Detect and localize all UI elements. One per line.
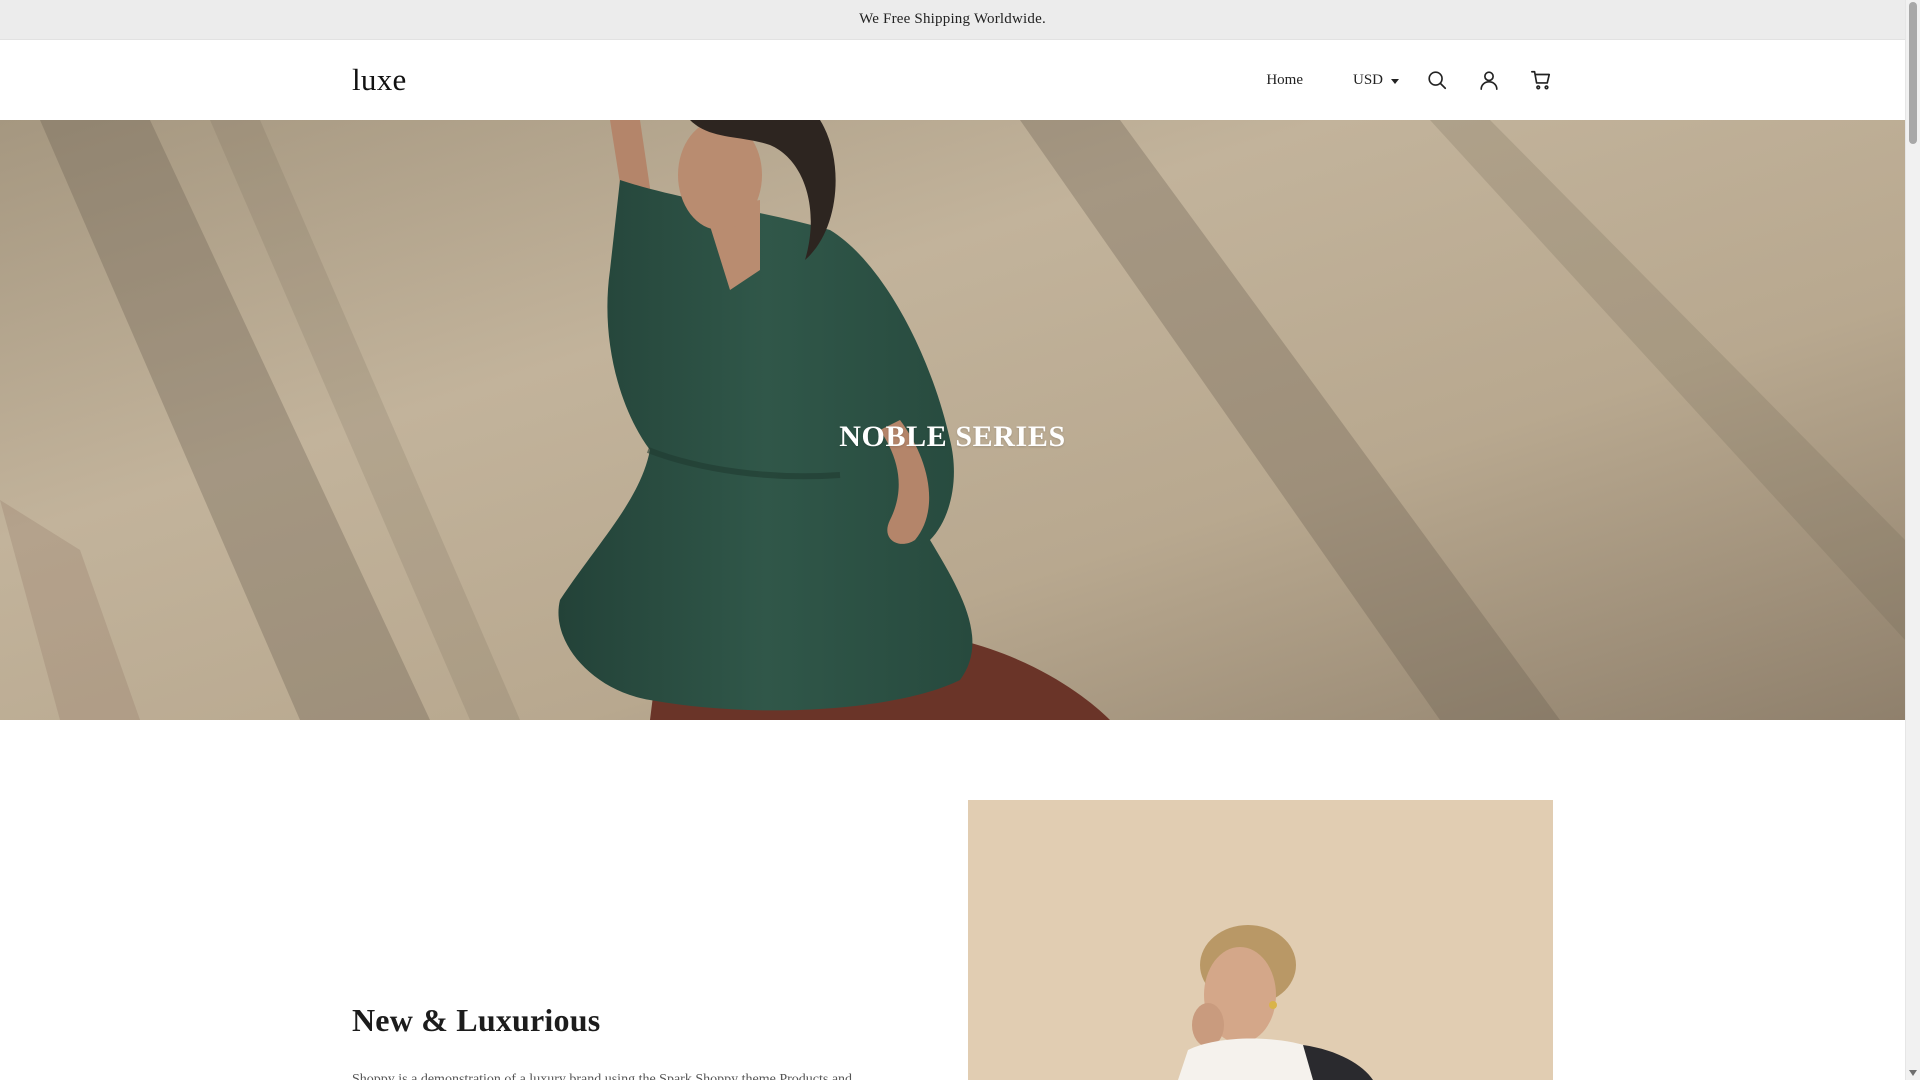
viewport: We Free Shipping Worldwide. luxe Home US… <box>0 0 1905 1080</box>
scroll-down-arrow-icon[interactable] <box>1909 1070 1917 1076</box>
page: We Free Shipping Worldwide. luxe Home US… <box>0 0 1920 1080</box>
account-button[interactable] <box>1477 68 1501 92</box>
feature-image <box>968 800 1553 1080</box>
vertical-scrollbar[interactable] <box>1905 0 1920 1080</box>
feature-section: New & Luxurious Shoppy is a demonstratio… <box>0 720 1905 1080</box>
search-button[interactable] <box>1425 68 1449 92</box>
chevron-down-icon <box>1391 78 1399 84</box>
currency-label: USD <box>1352 71 1383 88</box>
currency-selector[interactable]: USD <box>1353 72 1399 89</box>
account-icon <box>1480 71 1498 90</box>
hero-title: NOBLE SERIES <box>839 420 1066 453</box>
nav-link-home[interactable]: Home <box>1266 72 1303 89</box>
header-nav: Home USD <box>1266 68 1553 92</box>
header-inner: luxe Home USD <box>352 40 1553 120</box>
announcement-text: We Free Shipping Worldwide. <box>859 11 1046 27</box>
search-icon <box>1428 71 1447 90</box>
cart-button[interactable] <box>1529 68 1553 92</box>
feature-heading: New & Luxurious <box>352 1002 601 1038</box>
site-header: luxe Home USD <box>0 40 1905 120</box>
model-portrait-image <box>968 800 1553 1080</box>
feature-description: Shoppy is a demonstration of a luxury br… <box>352 1072 853 1080</box>
cart-icon <box>1531 70 1551 90</box>
scrollbar-thumb[interactable] <box>1909 2 1917 144</box>
announcement-bar: We Free Shipping Worldwide. <box>0 0 1905 40</box>
feature-text-block: New & Luxurious Shoppy is a demonstratio… <box>352 1002 912 1080</box>
hero-banner[interactable]: NOBLE SERIES <box>0 120 1905 720</box>
store-logo[interactable]: luxe <box>352 62 407 98</box>
